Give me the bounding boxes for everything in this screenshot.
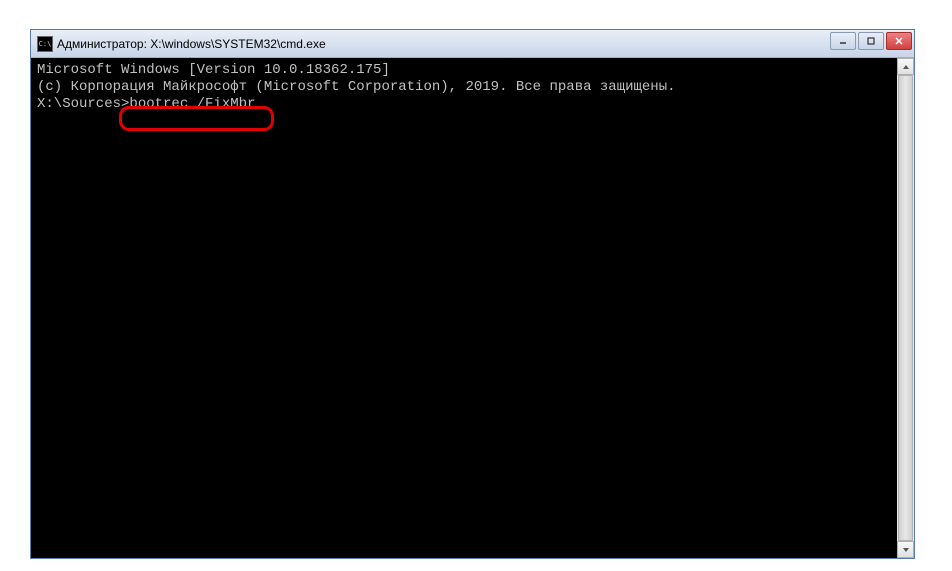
titlebar[interactable]: C:\ Администратор: X:\windows\SYSTEM32\c…: [31, 30, 914, 58]
scroll-down-button[interactable]: [897, 541, 914, 558]
chevron-down-icon: [902, 546, 910, 554]
copyright-line: (c) Корпорация Майкрософт (Microsoft Cor…: [37, 79, 908, 96]
maximize-icon: [866, 36, 876, 46]
scroll-track[interactable]: [897, 75, 914, 541]
scroll-up-button[interactable]: [897, 58, 914, 75]
prompt-line: X:\Sources>bootrec /FixMbr: [37, 96, 908, 113]
scroll-thumb[interactable]: [898, 75, 913, 541]
close-icon: [894, 36, 904, 46]
cmd-icon: C:\: [37, 36, 53, 52]
terminal-area[interactable]: Microsoft Windows [Version 10.0.18362.17…: [31, 58, 914, 558]
window-title: Администратор: X:\windows\SYSTEM32\cmd.e…: [57, 37, 326, 51]
minimize-icon: [838, 36, 848, 46]
text-cursor: [255, 106, 263, 108]
maximize-button[interactable]: [858, 32, 884, 50]
window-controls: [830, 32, 912, 50]
close-button[interactable]: [886, 32, 912, 50]
cmd-window: C:\ Администратор: X:\windows\SYSTEM32\c…: [30, 29, 915, 559]
minimize-button[interactable]: [830, 32, 856, 50]
prompt-text: X:\Sources>: [37, 96, 129, 113]
chevron-up-icon: [902, 63, 910, 71]
vertical-scrollbar[interactable]: [897, 58, 914, 558]
version-line: Microsoft Windows [Version 10.0.18362.17…: [37, 62, 908, 79]
command-text: bootrec /FixMbr: [129, 96, 255, 113]
